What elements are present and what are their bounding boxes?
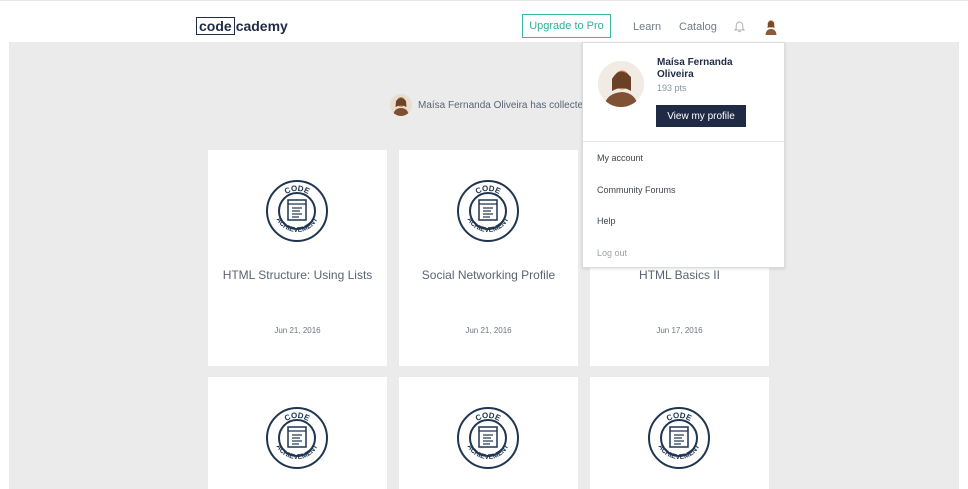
profile-points: 193 pts xyxy=(657,83,687,93)
svg-text:CODE: CODE xyxy=(283,411,312,423)
bell-icon[interactable] xyxy=(734,21,745,33)
achievement-title: HTML Basics II xyxy=(639,268,720,282)
user-dropdown-menu: Maísa Fernanda Oliveira 193 pts View my … xyxy=(582,42,785,268)
svg-text:CODE: CODE xyxy=(283,184,312,196)
upgrade-to-pro-button[interactable]: Upgrade to Pro xyxy=(522,14,611,38)
svg-text:CODE: CODE xyxy=(474,184,503,196)
achievement-card[interactable]: CODE ACHIEVEMENT xyxy=(590,377,769,489)
achievement-title: Social Networking Profile xyxy=(421,268,556,282)
codecademy-logo[interactable]: code cademy xyxy=(196,17,288,35)
collected-banner: Maísa Fernanda Oliveira has collected xyxy=(390,94,589,116)
top-nav: code cademy Upgrade to Pro Learn Catalog xyxy=(0,0,968,42)
nav-learn-link[interactable]: Learn xyxy=(633,21,661,33)
code-achievement-badge-icon: CODE ACHIEVEMENT xyxy=(648,407,710,469)
dropdown-divider xyxy=(583,141,784,142)
svg-text:CODE: CODE xyxy=(665,411,694,423)
svg-text:CODE: CODE xyxy=(474,411,503,423)
user-avatar-button[interactable] xyxy=(764,19,778,35)
achievement-card[interactable]: CODE ACHIEVEMENT xyxy=(208,377,387,489)
code-achievement-badge-icon: CODE ACHIEVEMENT xyxy=(266,180,328,242)
achievement-card[interactable]: CODE ACHIEVEMENT HTML Structure: Using L… xyxy=(208,150,387,366)
achievement-card[interactable]: CODE ACHIEVEMENT Social Networking Profi… xyxy=(399,150,578,366)
svg-text:ACHIEVEMENT: ACHIEVEMENT xyxy=(275,216,320,234)
profile-avatar xyxy=(598,61,644,107)
collected-text: Maísa Fernanda Oliveira has collected xyxy=(418,99,589,111)
svg-text:ACHIEVEMENT: ACHIEVEMENT xyxy=(466,216,511,234)
achievement-card[interactable]: CODE ACHIEVEMENT xyxy=(399,377,578,489)
menu-item-community-forums[interactable]: Community Forums xyxy=(597,185,676,195)
svg-text:ACHIEVEMENT: ACHIEVEMENT xyxy=(275,443,320,461)
menu-item-help[interactable]: Help xyxy=(597,216,616,226)
code-achievement-badge-icon: CODE ACHIEVEMENT xyxy=(457,407,519,469)
menu-item-my-account[interactable]: My account xyxy=(597,153,643,163)
achievement-date: Jun 17, 2016 xyxy=(656,326,703,335)
view-my-profile-button[interactable]: View my profile xyxy=(656,105,746,127)
code-achievement-badge-icon: CODE ACHIEVEMENT xyxy=(457,180,519,242)
nav-catalog-link[interactable]: Catalog xyxy=(679,21,717,33)
code-achievement-badge-icon: CODE ACHIEVEMENT xyxy=(266,407,328,469)
svg-text:ACHIEVEMENT: ACHIEVEMENT xyxy=(657,443,702,461)
profile-name: Maísa Fernanda Oliveira xyxy=(657,57,733,80)
svg-text:ACHIEVEMENT: ACHIEVEMENT xyxy=(466,443,511,461)
menu-item-log-out[interactable]: Log out xyxy=(597,248,627,258)
achievement-title: HTML Structure: Using Lists xyxy=(222,268,373,282)
achievement-date: Jun 21, 2016 xyxy=(274,326,321,335)
user-avatar xyxy=(390,94,412,116)
achievement-date: Jun 21, 2016 xyxy=(465,326,512,335)
